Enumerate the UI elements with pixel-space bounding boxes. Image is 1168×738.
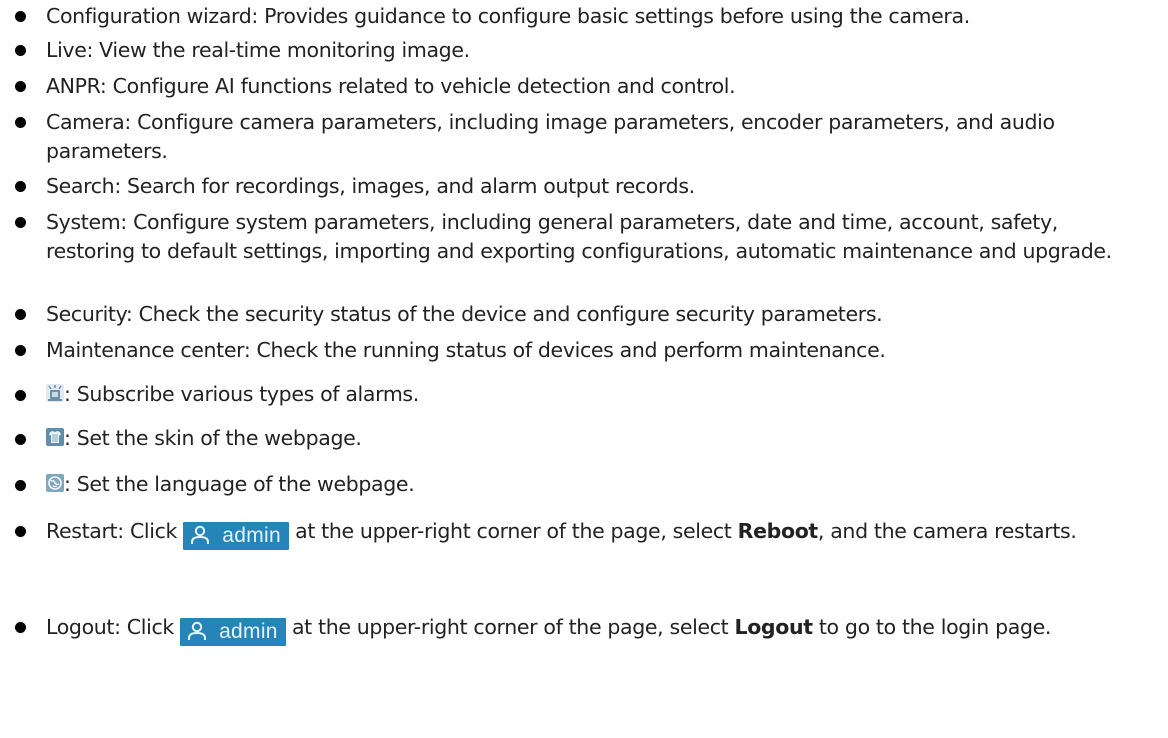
item-text: Maintenance center: Check the running st… [46, 338, 886, 362]
bullet [15, 81, 26, 92]
bullet [15, 526, 26, 537]
item-text: Configuration wizard: Provides guidance … [46, 4, 970, 28]
restart-after-button: at the upper-right corner of the page, s… [288, 519, 738, 543]
user-icon [187, 621, 207, 649]
restart-prefix: Restart: Click [46, 519, 184, 543]
bullet [15, 117, 26, 128]
admin-button[interactable]: admin [183, 522, 289, 550]
admin-button-label: admin [222, 524, 281, 547]
bullet [15, 217, 26, 228]
alarm-subscribe-icon[interactable] [46, 384, 64, 402]
reboot-label: Reboot [737, 519, 819, 543]
bullet [15, 622, 26, 633]
bullet [15, 181, 26, 192]
bullet [15, 45, 26, 56]
restart-suffix: , and the camera restarts. [817, 519, 1077, 543]
logout-label: Logout [734, 615, 813, 639]
bullet [15, 345, 26, 356]
bullet [15, 480, 26, 491]
item-text: : Set the skin of the webpage. [64, 426, 362, 450]
skin-icon[interactable] [46, 428, 64, 446]
logout-after-button: at the upper-right corner of the page, s… [285, 615, 735, 639]
item-text: Live: View the real-time monitoring imag… [46, 38, 470, 62]
bullet [15, 390, 26, 401]
bullet [15, 434, 26, 445]
admin-button-label: admin [219, 620, 278, 643]
bullet [15, 309, 26, 320]
language-icon[interactable] [46, 474, 64, 492]
item-text: Camera: Configure camera parameters, inc… [46, 110, 1055, 163]
bullet [15, 11, 26, 22]
item-text: Security: Check the security status of t… [46, 302, 883, 326]
item-text: Search: Search for recordings, images, a… [46, 174, 695, 198]
item-text: : Subscribe various types of alarms. [64, 382, 419, 406]
item-text: : Set the language of the webpage. [64, 472, 415, 496]
logout-suffix: to go to the login page. [812, 615, 1052, 639]
item-text: System: Configure system parameters, inc… [46, 210, 1112, 263]
user-icon [190, 525, 210, 553]
admin-button[interactable]: admin [180, 618, 286, 646]
logout-prefix: Logout: Click [46, 615, 181, 639]
item-text: ANPR: Configure AI functions related to … [46, 74, 736, 98]
